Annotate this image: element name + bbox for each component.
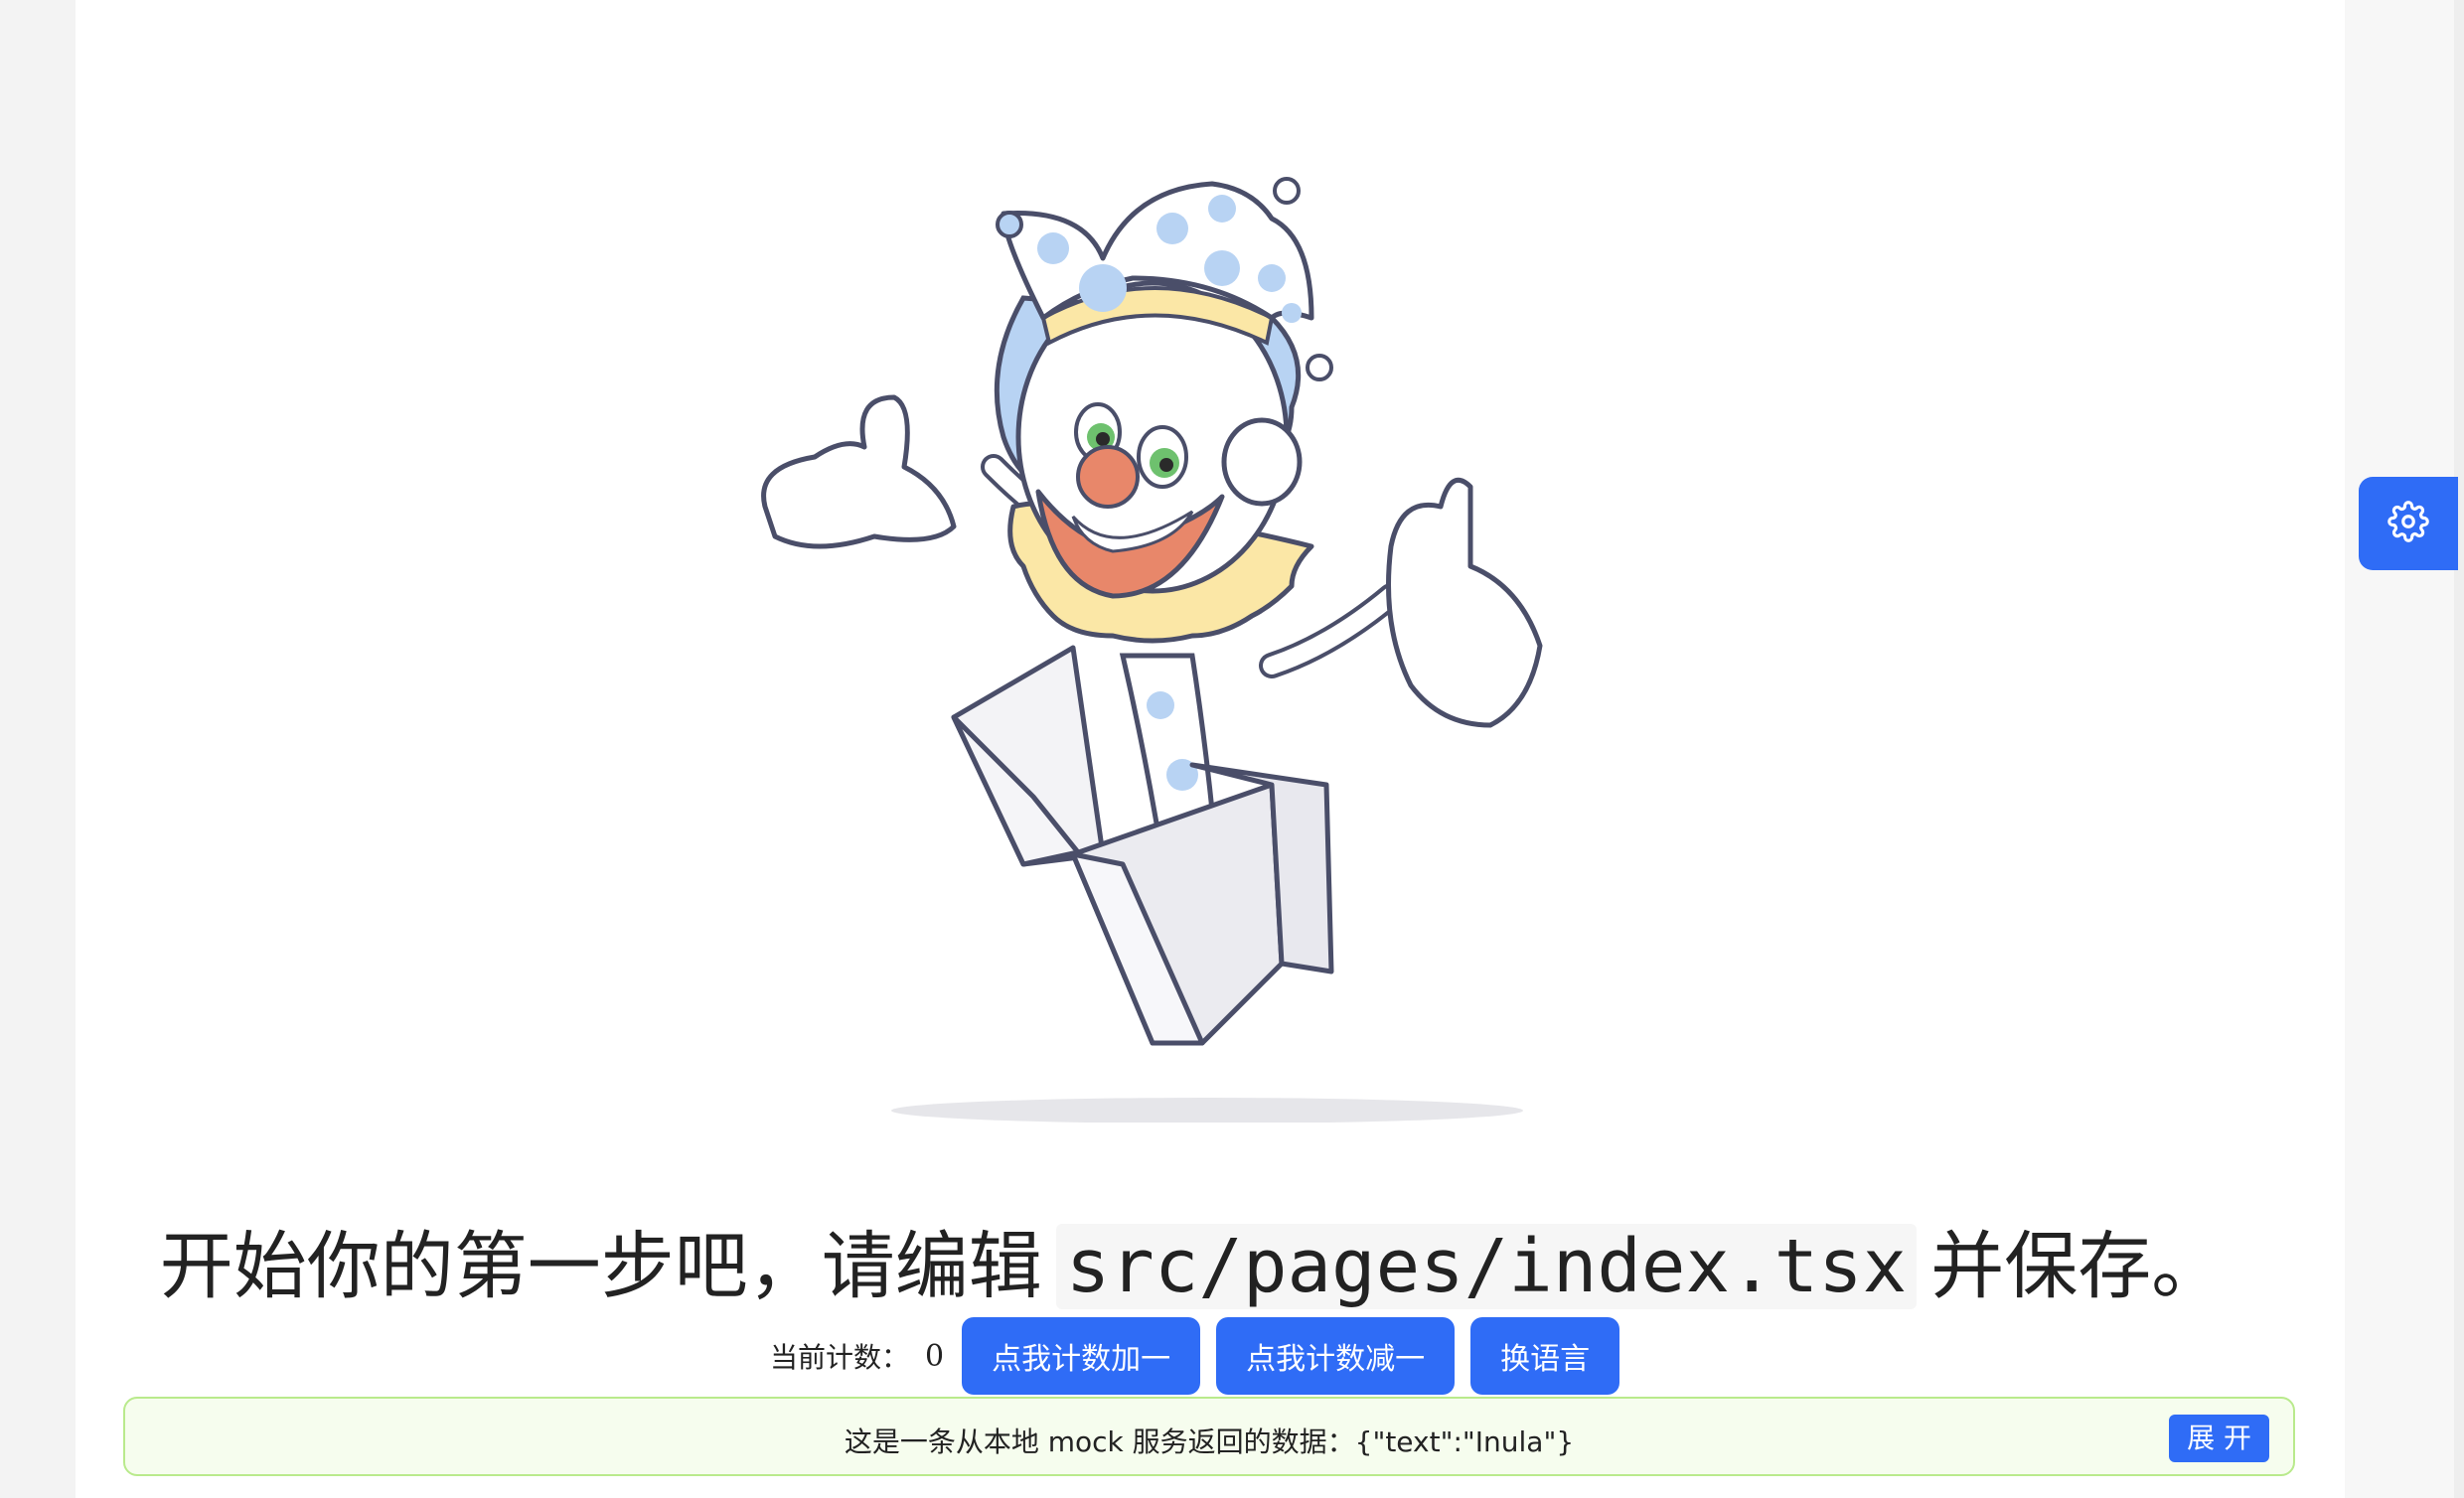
window-edge bbox=[2454, 0, 2464, 1498]
switch-language-button[interactable]: 换语言 bbox=[1470, 1317, 1620, 1395]
counter-controls: 当前计数： 0 点我计数加一 点我计数减一 换语言 bbox=[770, 1317, 1620, 1395]
jester-in-box-illustration bbox=[755, 169, 1580, 1123]
expand-button[interactable]: 展 开 bbox=[2169, 1415, 2269, 1462]
count-label: 当前计数： bbox=[770, 1341, 910, 1374]
mock-data-text: 这是一条从本地 mock 服务返回的数据：{"text":"Inula"} bbox=[844, 1425, 1575, 1458]
headline-suffix: 并保存。 bbox=[1930, 1224, 2226, 1309]
decrement-button[interactable]: 点我计数减一 bbox=[1216, 1317, 1456, 1395]
headline-code-path: src/pages/index.tsx bbox=[1055, 1224, 1918, 1309]
headline-prefix: 开始你的第一步吧，请编辑 bbox=[159, 1224, 1042, 1309]
settings-button[interactable] bbox=[2359, 477, 2458, 570]
mock-data-alert: 这是一条从本地 mock 服务返回的数据：{"text":"Inula"} 展 … bbox=[123, 1397, 2295, 1476]
increment-button[interactable]: 点我计数加一 bbox=[962, 1317, 1201, 1395]
count-value: 0 bbox=[925, 1338, 945, 1374]
gear-icon bbox=[2387, 501, 2429, 546]
page-title: 开始你的第一步吧，请编辑 src/pages/index.tsx 并保存。 bbox=[0, 1207, 2385, 1313]
